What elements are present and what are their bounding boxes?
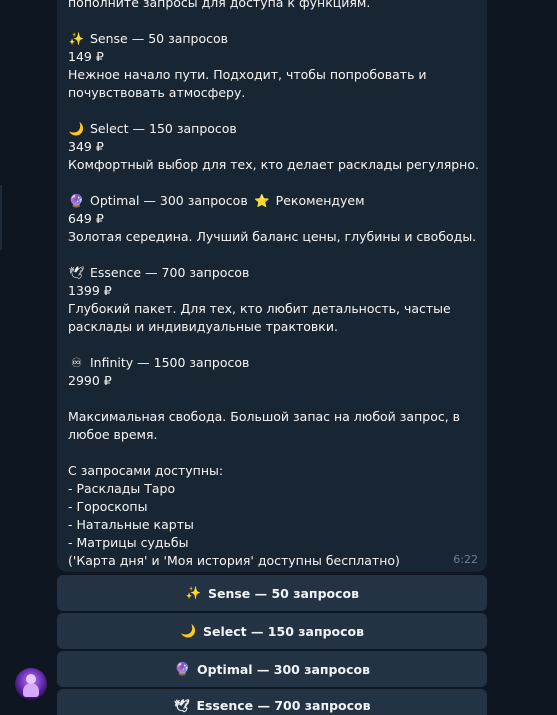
plan-sense-desc: Нежное начало пути. Подходит, чтобы попр…: [68, 67, 427, 82]
crystal-ball-icon: 🔮: [174, 661, 191, 676]
message-timestamp: 6:22: [453, 553, 478, 566]
left-edge-strip: [0, 185, 2, 250]
plan-essence-desc: расклады и индивидуальные трактовки.: [68, 319, 338, 334]
plan-select-title: 🌙 Select — 150 запросов: [68, 121, 237, 136]
plan-select-price: 349 ₽: [68, 139, 104, 154]
bot-avatar[interactable]: [15, 668, 47, 700]
dove-icon: 🕊: [68, 265, 85, 280]
keyboard-button-select[interactable]: 🌙 Select — 150 запросов: [57, 613, 487, 649]
plan-essence-price: 1399 ₽: [68, 283, 112, 298]
crescent-moon-icon: 🌙: [180, 623, 197, 638]
plan-sense-title: ✨ Sense — 50 запросов: [68, 31, 229, 46]
crystal-ball-icon: 🔮: [68, 193, 85, 208]
plan-infinity-desc: Максимальная свобода. Большой запас на л…: [68, 409, 461, 424]
keyboard-button-label: Essence — 700 запросов: [196, 698, 371, 713]
plan-sense-desc: почувствовать атмосферу.: [68, 85, 246, 100]
plan-optimal-desc: Золотая середина. Лучший баланс цены, гл…: [68, 229, 477, 244]
sparkles-icon: ✨: [185, 585, 202, 600]
plan-select-desc: Комфортный выбор для тех, кто делает рас…: [68, 157, 479, 172]
available-item: - Матрицы судьбы: [68, 535, 189, 550]
keyboard-button-sense[interactable]: ✨ Sense — 50 запросов: [57, 575, 487, 611]
sparkles-icon: ✨: [68, 31, 85, 46]
plan-optimal-price: 649 ₽: [68, 211, 104, 226]
plan-infinity-desc: любое время.: [68, 427, 158, 442]
plan-optimal-title: 🔮 Optimal — 300 запросов ⭐ Рекомендуем: [68, 193, 365, 208]
recommended-badge: Рекомендуем: [275, 193, 365, 208]
available-title: С запросами доступны:: [68, 463, 224, 478]
plan-infinity-price: 2990 ₽: [68, 373, 112, 388]
keyboard-button-label: Sense — 50 запросов: [207, 585, 360, 601]
keyboard-button-optimal[interactable]: 🔮 Optimal — 300 запросов: [57, 651, 487, 687]
message-bubble: пополните запросы для доступа к функциям…: [57, 0, 487, 572]
dove-icon: 🕊: [174, 698, 190, 713]
plan-infinity-title: ♾ Infinity — 1500 запросов: [68, 354, 476, 372]
plan-sense-price: 149 ₽: [68, 49, 104, 64]
plan-essence-desc: Глубокий пакет. Для тех, кто любит детал…: [68, 301, 451, 316]
message-line-partial: пополните запросы для доступа к функциям…: [68, 0, 371, 10]
star-icon: ⭐: [254, 193, 270, 208]
infinity-icon: ♾: [70, 355, 83, 370]
free-note: ('Карта дня' и 'Моя история' доступны бе…: [68, 553, 400, 568]
plan-essence-title: 🕊 Essence — 700 запросов: [68, 265, 250, 280]
keyboard-button-essence[interactable]: 🕊 Essence — 700 запросов: [57, 689, 487, 715]
crescent-moon-icon: 🌙: [68, 121, 85, 136]
keyboard-button-label: Optimal — 300 запросов: [196, 661, 370, 677]
available-item: - Натальные карты: [68, 517, 194, 532]
available-item: - Расклады Таро: [68, 481, 176, 496]
available-item: - Гороскопы: [68, 499, 148, 514]
keyboard-button-label: Select — 150 запросов: [202, 623, 365, 639]
